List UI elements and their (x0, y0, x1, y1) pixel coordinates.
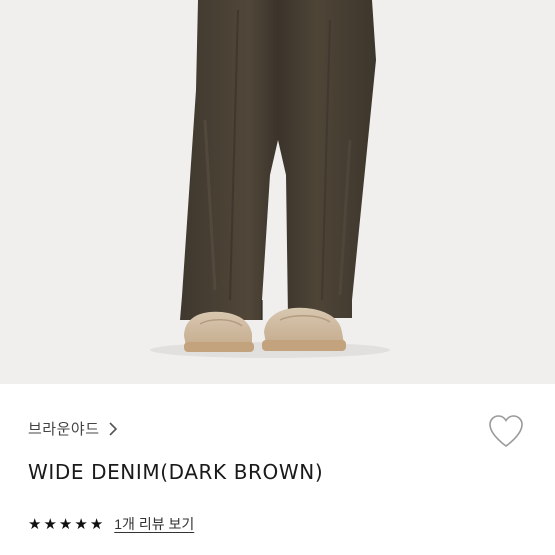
star-icon: ★ (74, 515, 88, 533)
chevron-right-icon (108, 421, 117, 436)
product-image[interactable] (0, 0, 555, 384)
brand-link[interactable]: 브라운야드 (28, 418, 118, 439)
star-rating: ★ ★ ★ ★ ★ (28, 517, 103, 532)
star-icon: ★ (58, 515, 73, 533)
star-icon: ★ (43, 515, 57, 533)
rating-row: ★ ★ ★ ★ ★ 1개 리뷰 보기 (28, 514, 194, 534)
heart-outline-icon[interactable] (487, 413, 525, 449)
star-icon: ★ (89, 515, 104, 533)
star-icon: ★ (28, 515, 42, 533)
brand-name: 브라운야드 (28, 421, 100, 438)
review-link[interactable]: 1개 리뷰 보기 (114, 514, 194, 534)
product-title: WIDE DENIM(DARK BROWN) (28, 460, 324, 484)
